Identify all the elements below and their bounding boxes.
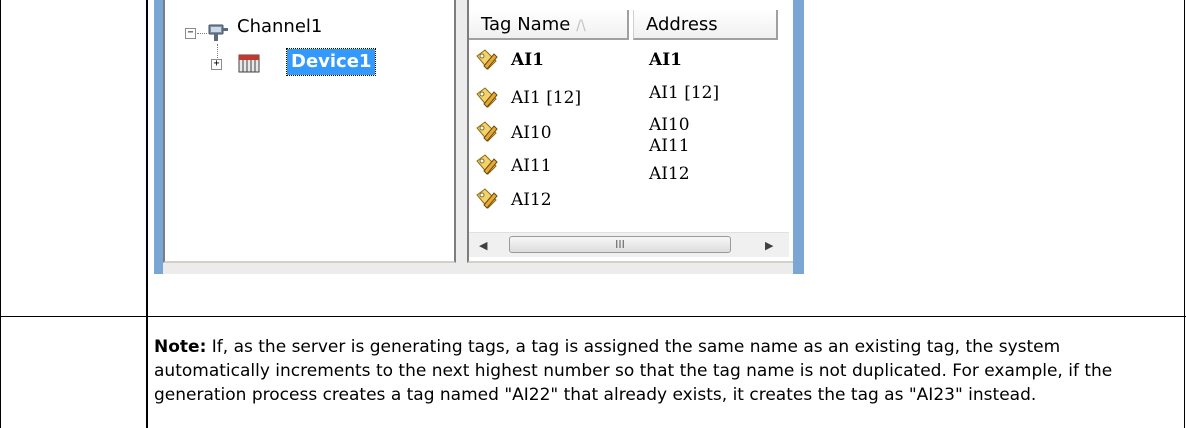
note-paragraph: Note: If, as the server is generating ta…	[154, 335, 1169, 407]
tree-view[interactable]: − Channel1 +	[163, 0, 456, 263]
tag-name-cell: AI1	[511, 50, 544, 70]
tag-icon	[476, 188, 498, 209]
scrollbar-thumb[interactable]: III	[509, 236, 731, 253]
scroll-right-icon[interactable]: ▶	[765, 239, 773, 252]
horizontal-scrollbar[interactable]: ◀ III ▶	[469, 232, 789, 257]
table-row-divider	[0, 316, 1186, 317]
address-cell: AI11	[649, 136, 690, 156]
column-header-label: Address	[646, 14, 718, 35]
tag-icon	[476, 49, 498, 70]
tree-item-channel1[interactable]: Channel1	[237, 16, 322, 37]
sort-ascending-icon: /\	[576, 18, 586, 34]
grip-icon: III	[615, 238, 625, 251]
tag-icon	[476, 154, 498, 175]
collapse-expander[interactable]: −	[185, 28, 196, 39]
tag-name-cell: AI10	[511, 123, 552, 143]
address-cell: AI10	[649, 115, 690, 135]
frame-bottom	[163, 263, 793, 274]
table-border-left	[0, 0, 1, 428]
column-header-tag-name[interactable]: Tag Name /\	[469, 10, 629, 40]
tag-name-cell: AI12	[511, 190, 552, 210]
column-header-address[interactable]: Address	[633, 10, 778, 40]
column-header-label: Tag Name	[481, 14, 571, 35]
table-border-right	[1184, 0, 1185, 428]
tag-icon	[476, 121, 498, 142]
tree-connector	[197, 33, 207, 35]
splitter[interactable]	[456, 0, 467, 263]
scroll-left-icon[interactable]: ◀	[479, 239, 487, 252]
tag-name-cell: AI11	[511, 156, 552, 176]
device-icon	[238, 54, 260, 73]
note-label: Note:	[154, 337, 207, 357]
expand-expander[interactable]: +	[211, 59, 222, 70]
tag-name-cell: AI1 [12]	[511, 88, 582, 108]
tag-list-view[interactable]: Tag Name /\ Address AI1 AI1 AI1 [12] AI1 …	[467, 0, 793, 263]
address-cell: AI1	[649, 50, 682, 70]
address-cell: AI1 [12]	[649, 83, 720, 103]
embedded-screenshot: − Channel1 + Device1 Tag Name /\ Address	[154, 0, 804, 274]
table-column-divider	[146, 0, 148, 428]
tag-icon	[476, 87, 498, 108]
channel-icon	[208, 24, 228, 41]
address-cell: AI12	[649, 164, 690, 184]
tree-item-device1[interactable]: Device1	[285, 48, 377, 76]
note-text: If, as the server is generating tags, a …	[154, 337, 1113, 405]
